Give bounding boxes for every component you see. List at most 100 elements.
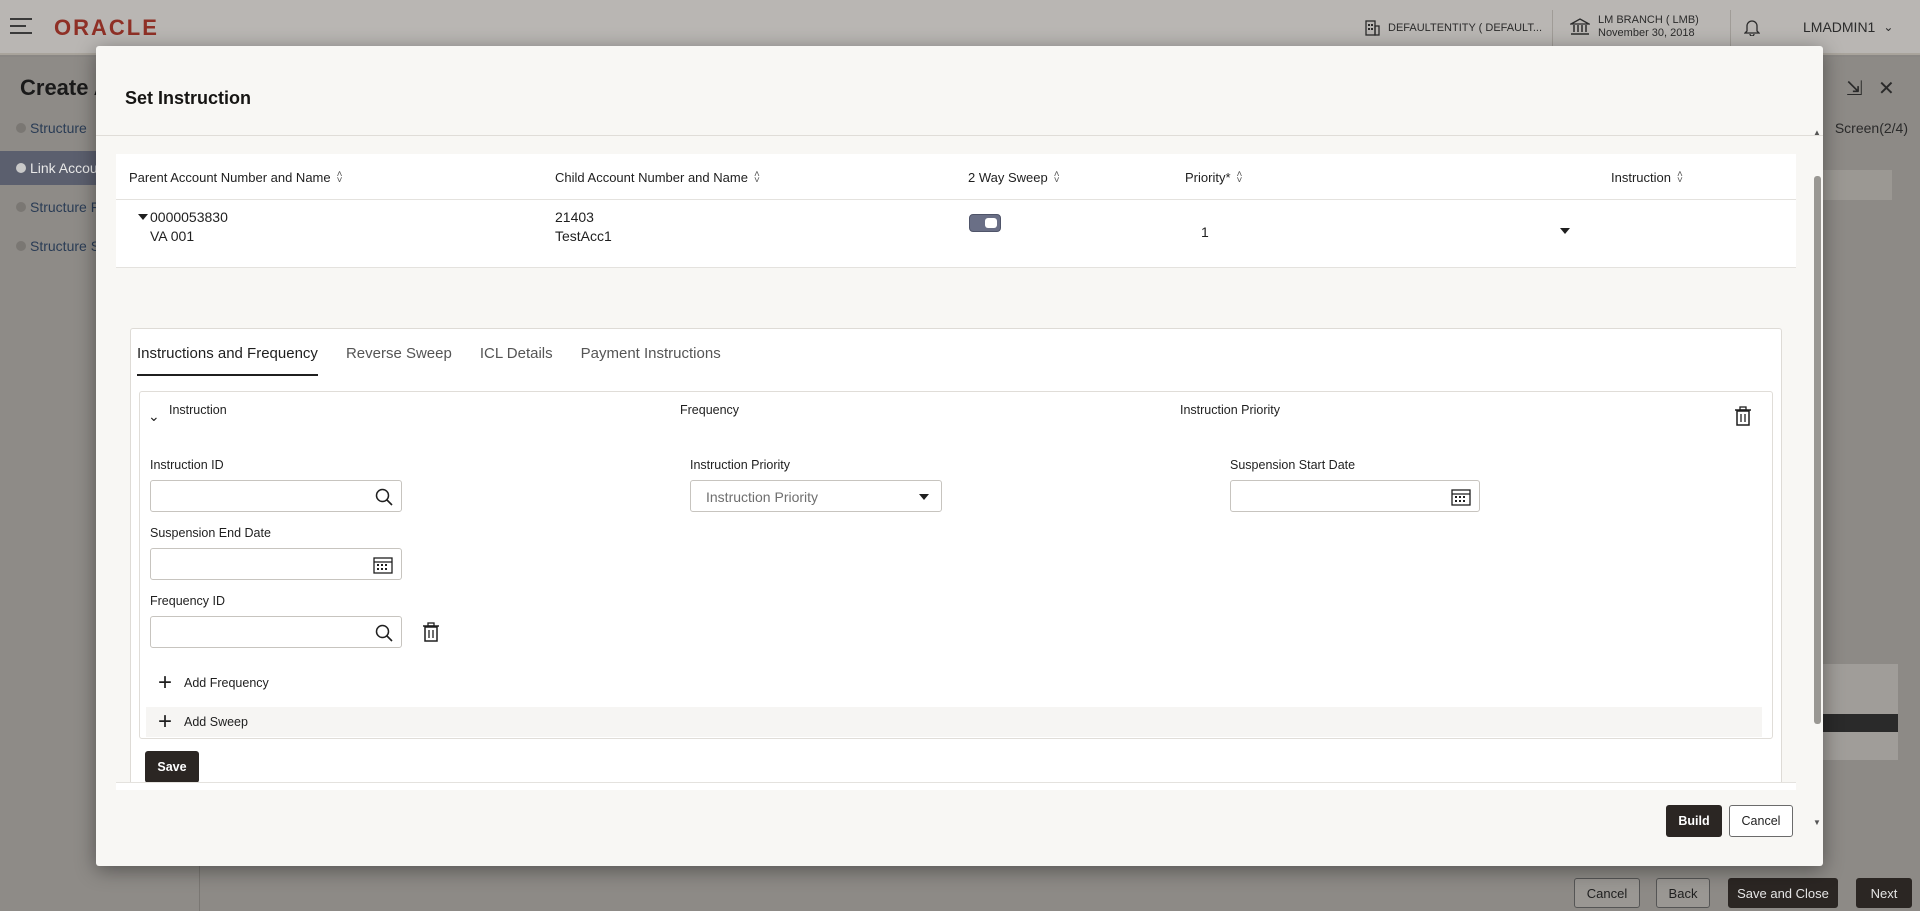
frequency-id-label: Frequency ID: [150, 594, 226, 608]
bg-next-button[interactable]: Next: [1856, 878, 1912, 908]
bg-back-button[interactable]: Back: [1656, 878, 1710, 908]
minimize-icon[interactable]: ⇲: [1846, 76, 1863, 101]
col-parent-account[interactable]: Parent Account Number and Name ˄ ˅: [129, 169, 343, 185]
tab-icl-details[interactable]: ICL Details: [480, 345, 553, 376]
suspension-start-date-field[interactable]: [1230, 480, 1480, 512]
step-structure-s[interactable]: Structure S: [0, 229, 96, 263]
trash-icon[interactable]: [1734, 406, 1752, 426]
collapse-row-icon[interactable]: [138, 214, 148, 220]
save-button[interactable]: Save: [145, 751, 199, 783]
section-frequency: Frequency: [680, 403, 740, 417]
col-label: Instruction: [1611, 170, 1671, 185]
modal-title: Set Instruction: [125, 88, 252, 108]
divider: [1730, 10, 1731, 46]
trash-icon[interactable]: [422, 622, 440, 642]
instruction-detail-panel: Instructions and Frequency Reverse Sweep…: [130, 328, 1782, 790]
parent-name: VA 001: [150, 228, 195, 244]
modal-scroll-area[interactable]: Parent Account Number and Name ˄ ˅ Child A…: [116, 154, 1796, 790]
step-dot-icon: [16, 123, 26, 133]
bell-icon: [1744, 20, 1760, 36]
col-instruction[interactable]: Instruction ˄ ˅: [1611, 169, 1683, 185]
entity-label: DEFAULTENTITY ( DEFAULT...: [1388, 22, 1543, 34]
sort-icon[interactable]: ˄ ˅: [337, 169, 343, 185]
branch-date: November 30, 2018: [1598, 27, 1695, 39]
child-name: TestAcc1: [555, 228, 612, 244]
col-two-way-sweep[interactable]: 2 Way Sweep ˄ ˅: [968, 169, 1060, 185]
tab-payment-instructions[interactable]: Payment Instructions: [581, 345, 721, 376]
close-icon[interactable]: ✕: [1878, 76, 1895, 101]
background-block: [1822, 714, 1898, 732]
plus-icon: +: [158, 708, 173, 735]
table-header: Parent Account Number and Name ˄ ˅ Child A…: [116, 154, 1796, 200]
cancel-button[interactable]: Cancel: [1729, 805, 1793, 837]
menu-icon[interactable]: [10, 18, 32, 34]
priority-value[interactable]: 1: [1201, 224, 1209, 240]
oracle-logo: ORACLE: [54, 15, 159, 40]
sort-icon[interactable]: ˄ ˅: [1677, 169, 1683, 185]
divider: [96, 135, 1823, 136]
step-link-accounts[interactable]: Link Accou: [0, 151, 96, 185]
suspension-end-date-field[interactable]: [150, 548, 402, 580]
step-structure[interactable]: Structure: [0, 111, 96, 145]
background-bar: [1812, 170, 1892, 200]
sort-icon[interactable]: ˄ ˅: [1237, 169, 1243, 185]
build-button[interactable]: Build: [1666, 805, 1722, 837]
accounts-table: Parent Account Number and Name ˄ ˅ Child A…: [116, 154, 1796, 268]
tab-reverse-sweep[interactable]: Reverse Sweep: [346, 345, 452, 376]
calendar-icon[interactable]: [373, 556, 393, 574]
dropdown-caret-icon: [919, 494, 929, 500]
calendar-icon[interactable]: [1451, 488, 1471, 506]
chevron-down-icon[interactable]: ⌄: [148, 408, 160, 425]
bg-save-close-button[interactable]: Save and Close: [1728, 878, 1838, 908]
sort-icon[interactable]: ˄ ˅: [754, 169, 760, 185]
add-sweep-button[interactable]: + Add Sweep: [146, 707, 1762, 737]
modal-scrollbar[interactable]: ▲ ▼: [1813, 128, 1821, 838]
step-label: Structure S: [30, 238, 96, 254]
instruction-id-label: Instruction ID: [150, 458, 224, 472]
user-menu[interactable]: LMADMIN1 ⌄: [1803, 19, 1893, 35]
priority-dropdown-icon[interactable]: [1560, 228, 1570, 234]
step-label: Structure F: [30, 199, 96, 215]
col-label: 2 Way Sweep: [968, 170, 1048, 185]
col-child-account[interactable]: Child Account Number and Name ˄ ˅: [555, 169, 760, 185]
scroll-up-icon[interactable]: ▲: [1813, 128, 1821, 137]
sort-icon[interactable]: ˄ ˅: [1054, 169, 1060, 185]
step-dot-icon: [16, 241, 26, 251]
col-priority[interactable]: Priority* ˄ ˅: [1185, 169, 1243, 185]
frequency-id-field[interactable]: [150, 616, 402, 648]
user-name: LMADMIN1: [1803, 19, 1876, 35]
instruction-priority-label: Instruction Priority: [690, 458, 791, 472]
set-instruction-modal: Set Instruction Parent Account Number an…: [96, 46, 1823, 866]
branch-selector[interactable]: LM BRANCH ( LMB) November 30, 2018: [1570, 14, 1699, 40]
entity-selector[interactable]: DEFAULTENTITY ( DEFAULT...: [1364, 20, 1542, 36]
background-card: [1822, 664, 1898, 760]
instruction-priority-placeholder: Instruction Priority: [706, 489, 819, 505]
add-sweep-label: Add Sweep: [184, 715, 248, 729]
col-label: Child Account Number and Name: [555, 170, 748, 185]
step-label: Link Accou: [30, 160, 96, 176]
table-row[interactable]: 0000053830 VA 001 21403 TestAcc1 1: [116, 200, 1796, 268]
bg-cancel-button[interactable]: Cancel: [1574, 878, 1640, 908]
instruction-priority-select[interactable]: Instruction Priority: [690, 480, 942, 512]
add-frequency-button[interactable]: + Add Frequency: [146, 668, 1762, 698]
plus-icon: +: [158, 669, 173, 696]
step-structure-f[interactable]: Structure F: [0, 190, 96, 224]
section-instruction-priority: Instruction Priority: [1180, 403, 1281, 417]
col-label: Parent Account Number and Name: [129, 170, 331, 185]
tab-instructions-frequency[interactable]: Instructions and Frequency: [137, 345, 318, 376]
two-way-sweep-toggle[interactable]: [969, 214, 1001, 232]
instruction-id-field[interactable]: [150, 480, 402, 512]
suspension-start-date-label: Suspension Start Date: [1230, 458, 1356, 472]
scroll-down-icon[interactable]: ▼: [1813, 818, 1821, 827]
search-icon[interactable]: [375, 624, 393, 642]
scrollbar-thumb[interactable]: [1814, 176, 1821, 724]
table-row[interactable]: 0000053830 21404: [116, 782, 1796, 790]
parent-number: 0000053830: [150, 209, 228, 225]
screen-indicator: Screen(2/4): [1834, 120, 1908, 136]
chevron-down-icon: ⌄: [1883, 20, 1894, 34]
search-icon[interactable]: [375, 488, 393, 506]
section-instruction: Instruction: [169, 403, 227, 417]
col-label: Priority*: [1185, 170, 1231, 185]
notifications-bell[interactable]: [1744, 18, 1760, 36]
branch-label: LM BRANCH ( LMB): [1598, 14, 1699, 26]
